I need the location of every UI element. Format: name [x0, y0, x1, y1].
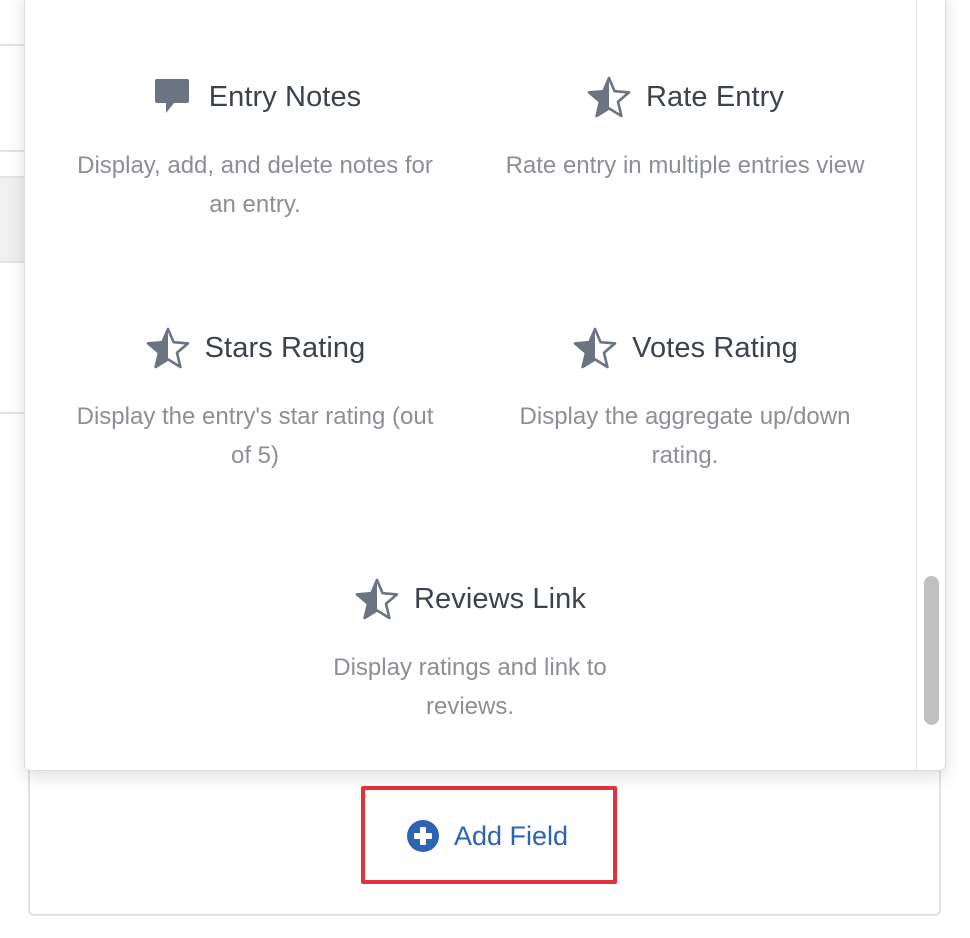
field-title: Rate Entry — [646, 80, 784, 113]
background-row — [0, 176, 26, 263]
add-field-button[interactable]: Add Field — [406, 816, 568, 856]
star-half-icon — [586, 74, 632, 120]
background-divider — [0, 412, 26, 414]
star-half-icon — [145, 325, 191, 371]
field-title: Entry Notes — [208, 80, 362, 113]
field-option-reviews-link[interactable]: Reviews Link Display ratings and link to… — [270, 576, 670, 726]
field-description: Display, add, and delete notes for an en… — [77, 152, 433, 218]
star-half-icon — [572, 325, 618, 371]
background-divider — [0, 44, 26, 46]
speech-bubble-icon — [149, 74, 195, 120]
field-description: Rate entry in multiple entries view — [505, 152, 865, 179]
field-description: Display the aggregate up/down rating. — [519, 403, 851, 469]
field-list: Entry Notes Display, add, and delete not… — [25, 0, 917, 770]
scrollbar-thumb[interactable] — [924, 576, 939, 725]
field-option-votes-rating[interactable]: Votes Rating Display the aggregate up/do… — [485, 325, 885, 475]
field-title: Votes Rating — [632, 331, 798, 364]
field-option-entry-notes[interactable]: Entry Notes Display, add, and delete not… — [55, 74, 455, 224]
field-title: Reviews Link — [413, 582, 587, 615]
field-title: Stars Rating — [204, 331, 366, 364]
field-option-rate-entry[interactable]: Rate Entry Rate entry in multiple entrie… — [485, 74, 885, 185]
scrollbar-track — [916, 0, 917, 770]
add-field-label: Add Field — [454, 820, 569, 851]
field-description: Display the entry's star rating (out of … — [76, 403, 434, 469]
field-picker-popup: Entry Notes Display, add, and delete not… — [24, 0, 946, 771]
star-half-icon — [354, 576, 400, 622]
field-option-stars-rating[interactable]: Stars Rating Display the entry's star ra… — [55, 325, 455, 475]
background-divider — [0, 150, 26, 152]
plus-circle-icon — [406, 819, 440, 853]
field-description: Display ratings and link to reviews. — [333, 654, 607, 720]
